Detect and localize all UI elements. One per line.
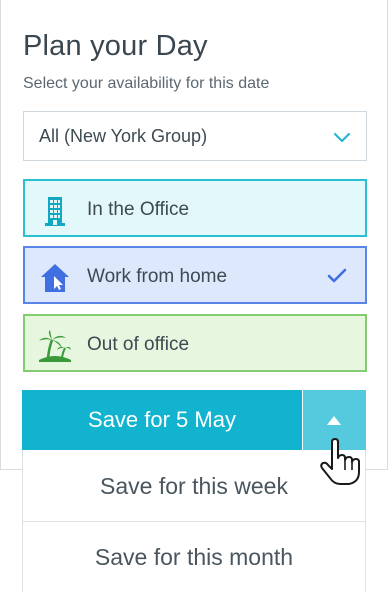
option-work-from-home-label: Work from home — [87, 266, 228, 287]
palm-tree-icon — [39, 330, 71, 362]
chevron-down-icon — [333, 132, 351, 143]
save-for-date-button[interactable]: Save for 5 May — [22, 390, 302, 450]
save-options-menu: Save for this week Save for this month — [22, 450, 366, 592]
option-out-of-office-label: Out of office — [87, 334, 190, 355]
page-subtitle: Select your availability for this date — [23, 75, 270, 92]
office-building-icon — [45, 197, 65, 226]
option-in-office[interactable]: In the Office — [23, 179, 367, 237]
group-select-value: All (New York Group) — [39, 125, 208, 146]
page-title: Plan your Day — [23, 30, 208, 62]
home-icon — [41, 264, 69, 292]
save-for-month-item[interactable]: Save for this month — [23, 522, 365, 592]
save-for-week-item[interactable]: Save for this week — [23, 452, 365, 522]
option-in-office-label: In the Office — [87, 199, 190, 220]
option-work-from-home[interactable]: Work from home — [23, 246, 367, 304]
caret-up-icon — [327, 416, 341, 425]
checkmark-icon — [327, 268, 347, 283]
group-select[interactable]: All (New York Group) — [23, 111, 367, 161]
hand-pointer-icon — [320, 438, 360, 485]
option-out-of-office[interactable]: Out of office — [23, 314, 367, 372]
